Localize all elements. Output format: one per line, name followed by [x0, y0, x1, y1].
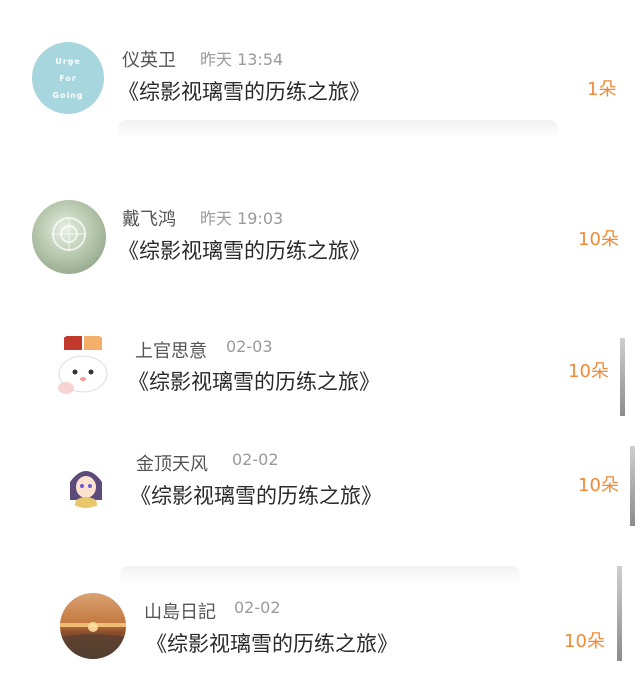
book-title[interactable]: 《综影视璃雪的历练之旅》 — [130, 480, 382, 510]
username[interactable]: 金顶天风 — [136, 450, 208, 476]
username[interactable]: 山島日記 — [144, 598, 216, 624]
pattern-icon — [52, 217, 86, 251]
scroll-indicator — [630, 446, 635, 526]
flower-count: 10朵 — [564, 631, 605, 652]
scroll-indicator — [617, 566, 622, 661]
avatar[interactable] — [62, 460, 110, 508]
timestamp: 02-03 — [226, 337, 273, 356]
flower-count: 10朵 — [578, 475, 619, 496]
row-divider — [118, 120, 558, 138]
flower-count: 10朵 — [568, 361, 609, 382]
sunset-icon — [60, 622, 126, 659]
timestamp: 02-02 — [234, 598, 281, 617]
list-item[interactable]: 山島日記 02-02 《综影视璃雪的历练之旅》 10朵 — [0, 0, 640, 661]
timestamp: 02-02 — [232, 450, 279, 469]
username[interactable]: 上官思意 — [135, 337, 207, 363]
flower-count: 10朵 — [578, 229, 619, 250]
book-title[interactable]: 《综影视璃雪的历练之旅》 — [118, 235, 370, 265]
book-title[interactable]: 《综影视璃雪的历练之旅》 — [146, 628, 398, 658]
username[interactable]: 戴飞鸿 — [122, 205, 176, 231]
anime-girl-icon — [70, 471, 102, 508]
timestamp: 昨天 19:03 — [200, 209, 284, 228]
scroll-indicator — [620, 338, 625, 416]
book-title[interactable]: 《综影视璃雪的历练之旅》 — [128, 366, 380, 396]
row-divider — [120, 566, 520, 584]
cartoon-bunny-icon — [58, 336, 108, 394]
avatar[interactable] — [60, 593, 126, 659]
avatar[interactable] — [32, 200, 106, 274]
avatar[interactable] — [48, 332, 118, 402]
